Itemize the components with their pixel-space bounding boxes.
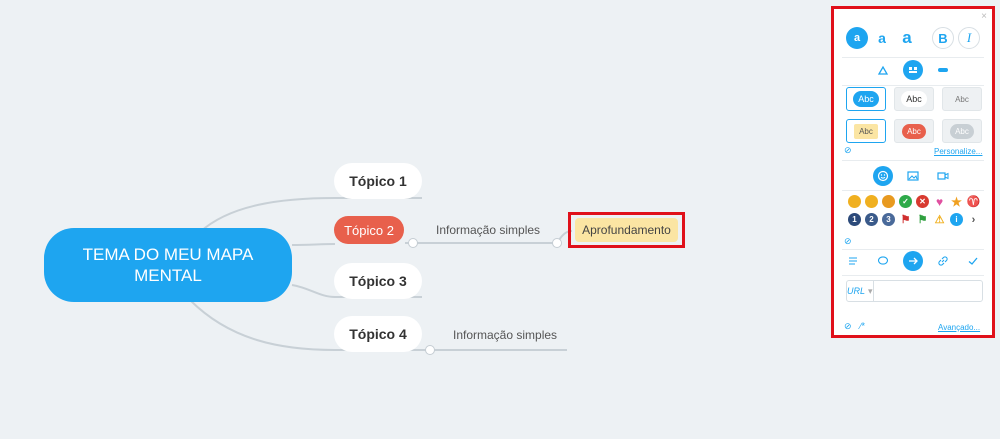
- clear-style-icon[interactable]: ⊘: [844, 145, 852, 156]
- priority-2-icon[interactable]: 2: [865, 213, 878, 226]
- magic-wand-icon[interactable]: ⁄*: [860, 321, 865, 331]
- central-topic[interactable]: TEMA DO MEU MAPA MENTAL: [44, 228, 292, 302]
- video-tab-icon[interactable]: [933, 166, 953, 186]
- icon-picker: ✓ ✕ ♥ ★ ♈ 1 2 3 ⚑ ⚑ ⚠ i ›: [848, 195, 984, 226]
- topic-3[interactable]: Tópico 3: [334, 263, 422, 299]
- collapse-knob-info-2[interactable]: [552, 238, 562, 248]
- customize-link[interactable]: Personalize...: [934, 147, 982, 156]
- chevron-down-icon: ▾: [868, 285, 873, 296]
- branch-topic-1: [199, 197, 336, 233]
- insert-tabs: [834, 165, 992, 187]
- clear-link-icon[interactable]: ⊘: [844, 321, 852, 332]
- topic-2[interactable]: Tópico 2: [334, 216, 404, 244]
- detail-node[interactable]: Aprofundamento: [575, 218, 678, 242]
- text-size-row: a a a B I: [834, 27, 992, 49]
- cross-icon[interactable]: ✕: [916, 195, 929, 208]
- shape-brush-icon[interactable]: [873, 60, 893, 80]
- smiley-icon[interactable]: [848, 195, 861, 208]
- advanced-link[interactable]: Avançado...: [938, 323, 980, 332]
- style-preset-4[interactable]: Abc: [846, 119, 886, 143]
- collapse-knob-topic-4[interactable]: [425, 345, 435, 355]
- collapse-knob-topic-2[interactable]: [408, 238, 418, 248]
- font-size-small-button[interactable]: a: [846, 27, 868, 49]
- priority-3-icon[interactable]: 3: [882, 213, 895, 226]
- link-box: URL ▾: [846, 280, 999, 302]
- task-check-icon[interactable]: [963, 251, 983, 271]
- branch-topic-4: [189, 299, 336, 351]
- url-input[interactable]: [873, 281, 999, 301]
- close-icon[interactable]: ×: [981, 11, 987, 22]
- trophy-icon[interactable]: ♈: [967, 195, 981, 208]
- green-flag-icon[interactable]: ⚑: [916, 213, 929, 226]
- attachment-row: [834, 250, 992, 272]
- font-size-large-button[interactable]: a: [896, 27, 918, 49]
- branch-topic-2: [291, 243, 336, 246]
- shape-pill-icon[interactable]: [933, 60, 953, 80]
- link-icon[interactable]: [933, 251, 953, 271]
- arrow-icon[interactable]: [903, 251, 923, 271]
- clear-icons-icon[interactable]: ⊘: [844, 236, 852, 247]
- divider: [842, 57, 984, 58]
- italic-button[interactable]: I: [958, 27, 980, 49]
- bold-button[interactable]: B: [932, 27, 954, 49]
- divider: [842, 85, 984, 86]
- topic-2-info[interactable]: Informação simples: [436, 223, 540, 237]
- grin-icon[interactable]: [865, 195, 878, 208]
- style-preset-6[interactable]: Abc: [942, 119, 982, 143]
- topic-4[interactable]: Tópico 4: [334, 316, 422, 352]
- image-tab-icon[interactable]: [903, 166, 923, 186]
- style-preset-5[interactable]: Abc: [894, 119, 934, 143]
- heart-icon[interactable]: ♥: [933, 195, 946, 209]
- comment-icon[interactable]: [873, 251, 893, 271]
- divider: [842, 275, 984, 276]
- branch-topic-3: [291, 284, 336, 298]
- shape-row: [834, 59, 992, 81]
- warning-icon[interactable]: ⚠: [933, 213, 946, 226]
- shape-structure-icon[interactable]: [903, 60, 923, 80]
- star-icon[interactable]: ★: [950, 195, 963, 209]
- red-flag-icon[interactable]: ⚑: [899, 213, 912, 226]
- style-presets: Abc Abc Abc Abc Abc Abc: [846, 87, 982, 143]
- divider: [842, 160, 984, 161]
- style-preset-3[interactable]: Abc: [942, 87, 982, 111]
- chevron-right-icon[interactable]: ›: [967, 213, 980, 226]
- wink-icon[interactable]: [882, 195, 895, 208]
- notes-icon[interactable]: [843, 251, 863, 271]
- divider: [842, 190, 984, 191]
- priority-1-icon[interactable]: 1: [848, 213, 861, 226]
- format-panel: × a a a B I Abc Abc Abc Abc Abc Abc ⊘ Pe…: [831, 6, 999, 338]
- topic-4-info[interactable]: Informação simples: [453, 328, 557, 342]
- topic-1[interactable]: Tópico 1: [334, 163, 422, 199]
- emoji-tab-icon[interactable]: [873, 166, 893, 186]
- info-icon[interactable]: i: [950, 213, 963, 226]
- style-preset-1[interactable]: Abc: [846, 87, 886, 111]
- check-icon[interactable]: ✓: [899, 195, 912, 208]
- font-size-medium-button[interactable]: a: [871, 27, 893, 49]
- detail-node-highlight: Aprofundamento: [568, 212, 685, 248]
- link-type-select[interactable]: URL ▾: [847, 281, 874, 301]
- style-preset-2[interactable]: Abc: [894, 87, 934, 111]
